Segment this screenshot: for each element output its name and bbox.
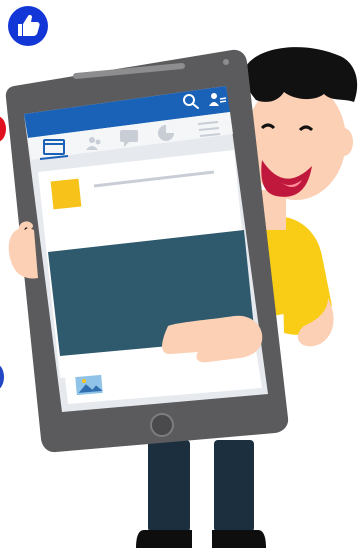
ear (335, 128, 353, 156)
right-shoe (212, 530, 266, 548)
hair (243, 47, 358, 102)
left-shoe (136, 530, 192, 548)
tablet (5, 49, 289, 453)
tablet-camera (223, 59, 229, 65)
image-thumbnail-icon (75, 374, 103, 396)
right-leg (214, 440, 254, 532)
illustration (0, 0, 358, 552)
left-leg (148, 440, 190, 532)
pie-chart-icon[interactable] (158, 125, 174, 141)
character-illustration (5, 47, 358, 548)
left-hand (8, 227, 39, 279)
home-button[interactable] (150, 413, 174, 437)
post-avatar (50, 178, 82, 210)
